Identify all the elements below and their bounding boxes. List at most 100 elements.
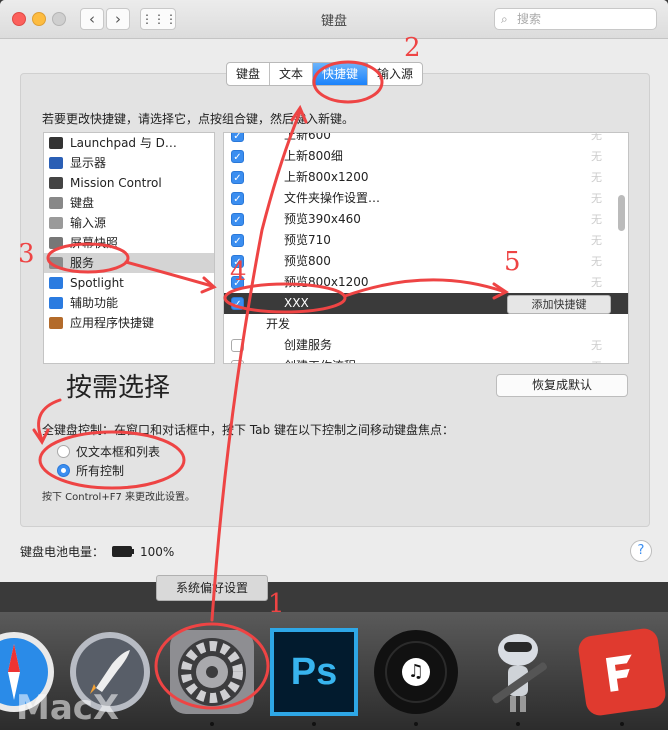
tab-keyboard[interactable]: 键盘 xyxy=(227,63,271,85)
shortcut-row[interactable]: ✓ 预览390x460 无 xyxy=(224,209,628,230)
shortcut-label: 文件夹操作设置… xyxy=(284,191,381,205)
category-item[interactable]: 键盘 xyxy=(44,193,214,213)
category-item[interactable]: 显示器 xyxy=(44,153,214,173)
photoshop-label: Ps xyxy=(290,651,338,693)
launchpad-icon xyxy=(49,137,63,149)
keyboard-icon xyxy=(49,197,63,209)
category-label: 服务 xyxy=(70,256,95,270)
shortcut-label: 开发 xyxy=(266,317,291,331)
tab-input-sources[interactable]: 输入源 xyxy=(368,63,422,85)
shortcut-row[interactable]: ✓ 预览800 无 xyxy=(224,251,628,272)
shortcut-row[interactable]: ✓ 预览710 无 xyxy=(224,230,628,251)
checkbox[interactable]: ✓ xyxy=(231,192,244,205)
checkbox[interactable] xyxy=(231,339,244,352)
checkbox[interactable]: ✓ xyxy=(231,150,244,163)
checkbox[interactable]: ✓ xyxy=(231,276,244,289)
shortcut-row[interactable]: ✓ 上新800x1200 无 xyxy=(224,167,628,188)
search-icon: ⌕ xyxy=(501,12,508,26)
add-shortcut-button[interactable]: 添加快捷键 xyxy=(507,295,611,314)
category-item[interactable]: 服务 xyxy=(44,253,214,273)
shortcut-row[interactable]: ✓ XXX 添加快捷键 xyxy=(224,293,628,314)
automator-icon[interactable] xyxy=(474,628,562,716)
mission-control-icon xyxy=(49,177,63,189)
shortcut-label: 预览710 xyxy=(284,233,331,247)
radio-off-icon xyxy=(57,445,70,458)
music-icon[interactable]: ♫ xyxy=(372,628,460,716)
shortcut-label: 上新800细 xyxy=(284,149,343,163)
checkbox[interactable]: ✓ xyxy=(231,213,244,226)
shortcut-value: 无 xyxy=(591,356,602,363)
tab-shortcuts[interactable]: 快捷键 xyxy=(313,63,369,85)
hint-text: 按下 Control+F7 来更改此设置。 xyxy=(42,492,195,503)
dock-running-indicator xyxy=(516,722,520,726)
shortcut-row[interactable]: ✓ 预览800x1200 无 xyxy=(224,272,628,293)
radio-all-controls[interactable]: 所有控制 xyxy=(57,462,277,480)
shortcut-value: 无 xyxy=(591,192,602,205)
category-item[interactable]: 屏幕快照 xyxy=(44,233,214,253)
battery-icon xyxy=(112,546,135,557)
system-preferences-icon[interactable] xyxy=(168,628,256,716)
app-shortcuts-icon xyxy=(49,317,63,329)
category-item[interactable]: Spotlight xyxy=(44,273,214,293)
category-item[interactable]: Mission Control xyxy=(44,173,214,193)
search-placeholder: 搜索 xyxy=(517,12,542,26)
shortcut-value: 无 xyxy=(591,132,602,142)
checkbox[interactable]: ✓ xyxy=(231,171,244,184)
checkbox[interactable]: ✓ xyxy=(231,133,244,142)
instruction-text: 若要更改快捷键，请选择它，点按组合键，然后键入新键。 xyxy=(42,112,355,126)
input-source-icon xyxy=(49,217,63,229)
music-note-icon: ♫ xyxy=(407,661,425,682)
scrollbar[interactable] xyxy=(618,195,625,231)
checkbox[interactable] xyxy=(231,360,244,363)
checkbox[interactable]: ✓ xyxy=(231,234,244,247)
category-label: Mission Control xyxy=(70,176,162,190)
category-label: 显示器 xyxy=(70,156,107,170)
shortcut-value: 无 xyxy=(591,255,602,268)
category-label: 屏幕快照 xyxy=(70,236,119,250)
section-header: 开发 xyxy=(224,314,628,335)
shortcut-row[interactable]: ✓ 上新800细 无 xyxy=(224,146,628,167)
watermark: MacX xyxy=(16,688,120,728)
category-item[interactable]: Launchpad 与 D… xyxy=(44,133,214,153)
spotlight-icon xyxy=(49,277,63,289)
category-item[interactable]: 辅助功能 xyxy=(44,293,214,313)
shortcut-value: 无 xyxy=(591,150,602,163)
battery-label: 键盘电池电量： xyxy=(20,545,105,559)
category-label: Spotlight xyxy=(70,276,124,290)
display-icon xyxy=(49,157,63,169)
shortcut-row[interactable]: ✓ 上新600 无 xyxy=(224,132,628,146)
radio-text-boxes-and-lists[interactable]: 仅文本框和列表 xyxy=(57,443,277,461)
restore-defaults-button[interactable]: 恢复成默认 xyxy=(496,374,628,397)
shortcut-label: 预览800 xyxy=(284,254,331,268)
search-input[interactable]: ⌕ 搜索 xyxy=(494,8,657,30)
shortcut-row[interactable]: 创建工作流程 无 xyxy=(224,356,628,363)
shortcut-row[interactable]: 创建服务 无 xyxy=(224,335,628,356)
shortcut-label: XXX xyxy=(284,296,309,310)
battery-status: 键盘电池电量： 100% xyxy=(20,543,174,560)
shortcut-list[interactable]: ✓ 上新600 无 ✓ 上新800细无 ✓ 上新800x1200 无 ✓ 文件夹操作设置… 无 ✓ 预览… xyxy=(223,132,629,364)
shortcut-value: 无 xyxy=(591,213,602,226)
checkbox[interactable]: ✓ xyxy=(231,255,244,268)
checkbox[interactable]: ✓ xyxy=(231,297,244,310)
category-item[interactable]: 应用程序快捷键 xyxy=(44,313,214,333)
foxmail-icon[interactable] xyxy=(578,628,666,716)
dock-running-indicator xyxy=(210,722,214,726)
shortcut-label: 创建工作流程 xyxy=(284,356,356,363)
title-bar: ‹ › ⋮⋮⋮ 键盘 ⌕ 搜索 xyxy=(0,0,668,39)
photoshop-icon[interactable]: Ps xyxy=(270,628,358,716)
tab-text[interactable]: 文本 xyxy=(270,63,314,85)
category-list[interactable]: Launchpad 与 D… 显示器 Mission Control 键盘 输入源屏幕快… xyxy=(43,132,215,364)
keyboard-preferences-window: ‹ › ⋮⋮⋮ 键盘 ⌕ 搜索 键盘 文本 快捷键 输入源 若要更改快捷键，请选… xyxy=(0,0,668,582)
services-icon xyxy=(49,257,63,269)
dock-running-indicator xyxy=(414,722,418,726)
tab-bar: 键盘 文本 快捷键 输入源 xyxy=(226,62,424,86)
category-label: Launchpad 与 D… xyxy=(70,136,177,150)
dock-tooltip: 系统偏好设置 xyxy=(156,575,268,601)
radio-label: 仅文本框和列表 xyxy=(76,445,161,459)
help-button[interactable]: ? xyxy=(630,540,652,562)
shortcut-label: 上新600 xyxy=(284,132,331,142)
shortcut-label: 预览390x460 xyxy=(284,212,361,226)
radio-label: 所有控制 xyxy=(76,464,125,478)
shortcut-row[interactable]: ✓ 文件夹操作设置… 无 xyxy=(224,188,628,209)
category-item[interactable]: 输入源 xyxy=(44,213,214,233)
